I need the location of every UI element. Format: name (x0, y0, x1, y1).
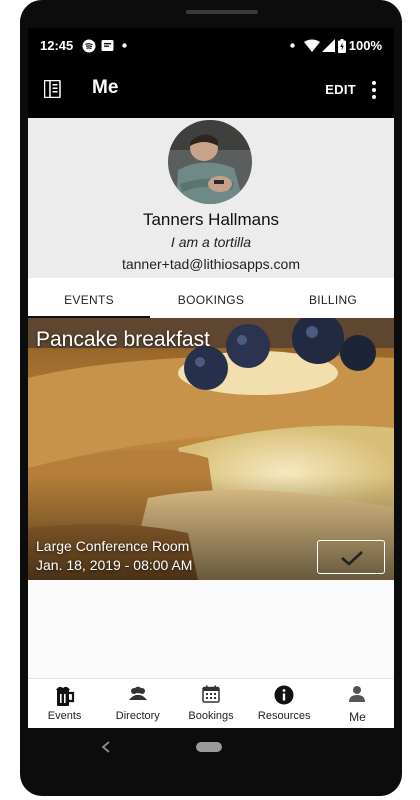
tab-bookings[interactable]: BOOKINGS (150, 278, 272, 318)
event-location: Large Conference Room (36, 538, 190, 554)
people-icon (128, 686, 147, 700)
event-title: Pancake breakfast (36, 328, 210, 351)
person-icon (349, 686, 366, 702)
profile-tagline: I am a tortilla (170, 234, 252, 250)
notification-dot-icon (290, 43, 295, 48)
nav-item-bookings[interactable]: Bookings (174, 679, 247, 728)
profile-name: Tanners Hallmans (142, 210, 280, 229)
content-area (28, 580, 394, 678)
event-datetime: Jan. 18, 2019 - 08:00 AM (36, 557, 193, 573)
message-icon (101, 40, 114, 51)
phone-frame: 12:45 100% Me EDIT Tanners Hallmans I am… (20, 0, 402, 796)
notification-dot-icon (122, 43, 127, 48)
avatar-photo (168, 120, 252, 204)
page-title: Me (92, 77, 119, 98)
nav-label-directory: Directory (115, 710, 160, 722)
wifi-icon (304, 39, 320, 52)
nav-item-resources[interactable]: Resources (248, 679, 321, 728)
spotify-icon (82, 39, 96, 53)
rsvp-check-button[interactable] (317, 540, 385, 574)
nav-item-directory[interactable]: Directory (101, 679, 174, 728)
more-vert-icon[interactable] (362, 78, 386, 102)
beer-mug-icon (55, 686, 74, 706)
system-home-button[interactable] (196, 742, 222, 752)
status-bar: 12:45 100% (28, 28, 394, 62)
nav-item-me[interactable]: Me (321, 679, 394, 728)
profile-tabs: EVENTS BOOKINGS BILLING (28, 278, 394, 318)
signal-icon (322, 39, 335, 52)
battery-icon (338, 39, 346, 53)
profile-email: tanner+tad@lithiosapps.com (121, 256, 301, 272)
nav-label-bookings: Bookings (188, 710, 234, 722)
avatar[interactable] (168, 120, 252, 204)
edit-button[interactable]: EDIT (325, 82, 356, 97)
nav-label-resources: Resources (257, 710, 311, 722)
event-card[interactable]: Pancake breakfast Large Conference Room … (28, 318, 394, 580)
screen: 12:45 100% Me EDIT Tanners Hallmans I am… (28, 28, 394, 728)
system-back-icon[interactable] (100, 740, 112, 754)
info-icon (274, 685, 294, 705)
calendar-icon (202, 685, 220, 703)
tab-billing[interactable]: BILLING (272, 278, 394, 318)
speaker-grille (186, 10, 258, 14)
status-time: 12:45 (40, 38, 74, 53)
nav-item-events[interactable]: Events (28, 679, 101, 728)
tab-events[interactable]: EVENTS (28, 278, 150, 318)
directory-book-icon[interactable] (44, 80, 61, 98)
nav-label-me: Me (349, 710, 366, 724)
check-icon (341, 551, 363, 566)
battery-percent: 100% (348, 38, 382, 53)
profile-header: Tanners Hallmans I am a tortilla tanner+… (28, 118, 394, 278)
nav-label-events: Events (47, 710, 82, 722)
bottom-navigation: Events Directory Bookings Resources Me (28, 678, 394, 728)
app-bar: Me EDIT (28, 62, 394, 118)
